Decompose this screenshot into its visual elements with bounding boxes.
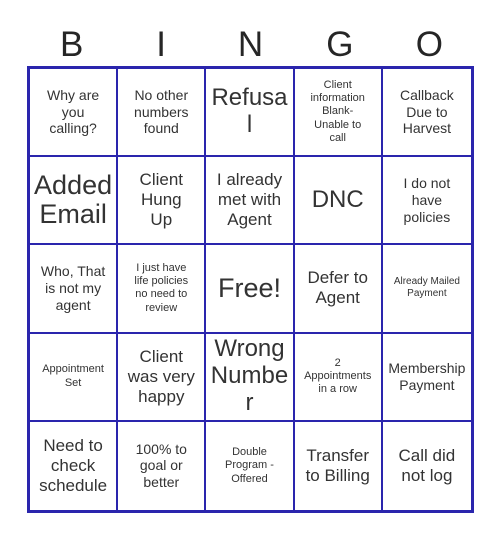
bingo-header-letter-o: O bbox=[415, 24, 443, 64]
bingo-cell[interactable]: Defer to Agent bbox=[294, 245, 383, 334]
bingo-cell-label: I do not have policies bbox=[403, 175, 451, 225]
bingo-cell-label: Free! bbox=[217, 272, 281, 303]
bingo-cell-label: Callback Due to Harvest bbox=[400, 86, 454, 137]
bingo-cell-label: Defer to Agent bbox=[307, 268, 368, 308]
bingo-cell[interactable]: 100% to goal or better bbox=[118, 421, 207, 510]
bingo-cell[interactable]: Call did not log bbox=[382, 421, 471, 510]
bingo-cell-label: Need to check schedule bbox=[39, 435, 108, 495]
bingo-cell-label: Why are you calling? bbox=[47, 86, 100, 137]
bingo-cell[interactable]: Already Mailed Payment bbox=[382, 245, 471, 334]
bingo-cell-label: Who, That is not my agent bbox=[40, 263, 106, 313]
bingo-cell[interactable]: Who, That is not my agent bbox=[30, 245, 119, 334]
bingo-cell-label: No other numbers found bbox=[134, 86, 189, 137]
bingo-cell[interactable]: Client was very happy bbox=[118, 333, 207, 422]
bingo-cell[interactable]: Why are you calling? bbox=[30, 69, 119, 158]
bingo-cell-label: Appointment Set bbox=[42, 363, 104, 389]
bingo-cell-label: I just have life policies no need to review bbox=[134, 261, 189, 314]
bingo-cell[interactable]: No other numbers found bbox=[118, 69, 207, 158]
bingo-cell[interactable]: 2 Appointments in a row bbox=[294, 333, 383, 422]
bingo-cell-label: Client information Blank- Unable to call bbox=[310, 78, 365, 145]
bingo-cell-label: DNC bbox=[311, 185, 364, 213]
bingo-header-letter-g: G bbox=[326, 24, 354, 64]
bingo-cell-label: Membership Payment bbox=[388, 359, 466, 393]
bingo-cell-free-space[interactable]: Free! bbox=[206, 245, 295, 334]
bingo-cell[interactable]: Added Email bbox=[30, 157, 119, 246]
bingo-cell-label: Client Hung Up bbox=[139, 170, 184, 230]
bingo-cell-label: Refusal bbox=[211, 84, 288, 139]
bingo-cell-label: 100% to goal or better bbox=[135, 440, 187, 491]
bingo-cell[interactable]: Callback Due to Harvest bbox=[382, 69, 471, 158]
bingo-cell-label: Already Mailed Payment bbox=[393, 275, 460, 300]
bingo-cell[interactable]: I just have life policies no need to review bbox=[118, 245, 207, 334]
bingo-header-letter-n: N bbox=[237, 24, 264, 64]
bingo-cell[interactable]: Membership Payment bbox=[382, 333, 471, 422]
bingo-cell[interactable]: Appointment Set bbox=[30, 333, 119, 422]
bingo-cell[interactable]: Refusal bbox=[206, 69, 295, 158]
bingo-cell[interactable]: Transfer to Billing bbox=[294, 421, 383, 510]
bingo-cell[interactable]: Double Program - Offered bbox=[206, 421, 295, 510]
bingo-cell-label: 2 Appointments in a row bbox=[304, 356, 372, 396]
bingo-header-letter-b: B bbox=[60, 24, 84, 64]
bingo-header-row: B I N G O bbox=[27, 22, 474, 66]
bingo-cell[interactable]: I do not have policies bbox=[382, 157, 471, 246]
bingo-cell-label: I already met with Agent bbox=[216, 170, 283, 230]
bingo-grid: Why are you calling? No other numbers found … bbox=[27, 66, 474, 513]
bingo-cell[interactable]: Client Hung Up bbox=[118, 157, 207, 246]
bingo-cell[interactable]: Client information Blank- Unable to call bbox=[294, 69, 383, 158]
bingo-cell[interactable]: Need to check schedule bbox=[30, 421, 119, 510]
bingo-cell-label: Wrong Number bbox=[210, 335, 289, 417]
bingo-cell[interactable]: Wrong Number bbox=[206, 333, 295, 422]
bingo-cell-label: Double Program - Offered bbox=[225, 445, 274, 485]
bingo-cell-label: Transfer to Billing bbox=[305, 445, 370, 485]
bingo-cell[interactable]: I already met with Agent bbox=[206, 157, 295, 246]
bingo-cell-label: Call did not log bbox=[398, 445, 456, 485]
bingo-cell-label: Added Email bbox=[34, 169, 113, 230]
bingo-cell-label: Client was very happy bbox=[127, 346, 195, 406]
bingo-header-letter-i: I bbox=[156, 24, 166, 64]
bingo-cell[interactable]: DNC bbox=[294, 157, 383, 246]
bingo-card: B I N G O Why are you calling? No other num… bbox=[0, 0, 501, 544]
